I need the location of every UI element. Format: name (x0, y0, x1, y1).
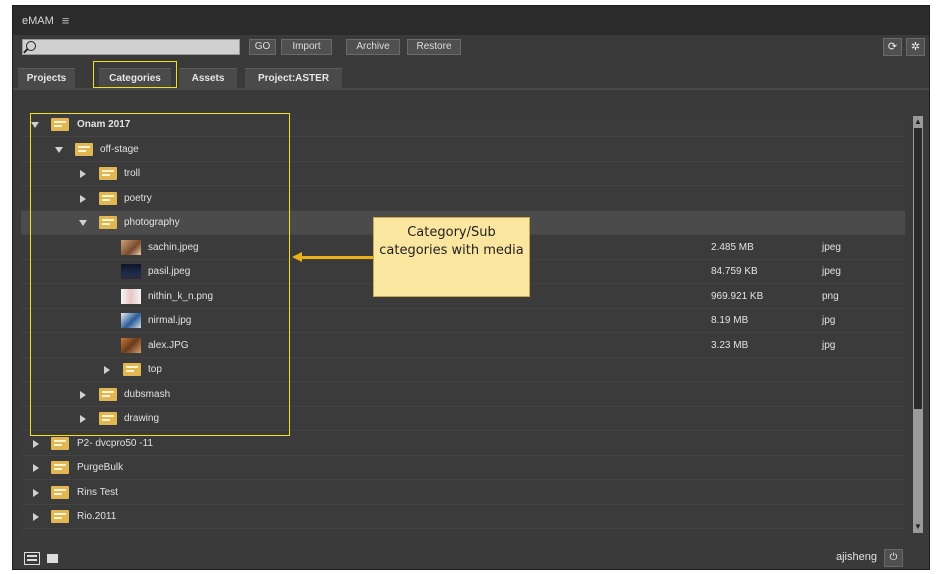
collapse-arrow-icon[interactable] (55, 147, 63, 153)
gear-icon[interactable]: ✲ (906, 38, 925, 56)
restore-button[interactable]: Restore (407, 39, 461, 55)
expand-arrow-icon[interactable] (33, 464, 39, 472)
power-icon[interactable]: ⏻ (884, 549, 903, 567)
collapse-arrow-icon[interactable] (31, 122, 39, 128)
category-folder-icon (99, 192, 117, 205)
category-folder-icon (51, 510, 69, 523)
tree-row[interactable]: dubsmash (21, 383, 905, 407)
tab-project-aster[interactable]: Project:ASTER (245, 68, 342, 88)
tree-row-label: Rio.2011 (77, 511, 117, 522)
expand-arrow-icon[interactable] (80, 195, 86, 203)
asset-thumbnail (121, 264, 141, 279)
asset-thumbnail (121, 313, 141, 328)
category-folder-icon (123, 363, 141, 376)
asset-size: 3.23 MB (711, 340, 749, 351)
archive-button[interactable]: Archive (346, 39, 400, 55)
asset-name: nirmal.jpg (148, 315, 192, 326)
expand-arrow-icon[interactable] (80, 415, 86, 423)
asset-format: png (822, 291, 839, 302)
vertical-scrollbar[interactable]: ▲ ▼ (913, 116, 923, 533)
username-label: ajisheng (836, 551, 877, 563)
tree-row[interactable]: poetry (21, 187, 905, 211)
tree-row[interactable]: P2- dvcpro50 -11 (21, 432, 905, 456)
asset-size: 969.921 KB (711, 291, 764, 302)
tree-row[interactable]: PurgeBulk (21, 456, 905, 480)
expand-arrow-icon[interactable] (33, 513, 39, 521)
grid-view-icon[interactable] (47, 554, 58, 563)
category-folder-icon (51, 118, 69, 131)
category-folder-icon (99, 167, 117, 180)
category-tree: Onam 2017 off-stage troll poetry photogr… (21, 113, 905, 536)
tree-row-label: P2- dvcpro50 -11 (77, 438, 153, 449)
asset-format: jpeg (822, 242, 841, 253)
asset-thumbnail (121, 240, 141, 255)
import-button[interactable]: Import (281, 39, 332, 55)
refresh-icon[interactable]: ⟳ (883, 38, 902, 56)
asset-format: jpg (822, 340, 836, 351)
title-bar: eMAM ≡ (13, 6, 929, 35)
collapse-arrow-icon[interactable] (79, 220, 87, 226)
tree-row-label: photography (124, 217, 180, 228)
scroll-thumb[interactable] (913, 409, 923, 521)
tree-row[interactable]: Onam 2017 (21, 113, 905, 137)
asset-format: jpeg (822, 266, 841, 277)
category-folder-icon (99, 388, 117, 401)
expand-arrow-icon[interactable] (33, 440, 39, 448)
category-folder-icon (75, 143, 93, 156)
tree-row[interactable]: off-stage (21, 138, 905, 162)
search-input[interactable] (22, 39, 240, 55)
tree-row-label: poetry (124, 193, 152, 204)
toolbar: GO Import Archive Restore ⟳ ✲ (13, 37, 929, 59)
asset-name: pasil.jpeg (148, 266, 191, 277)
callout-arrow-line (300, 256, 373, 259)
asset-name: alex.JPG (148, 340, 189, 351)
category-folder-icon (51, 437, 69, 450)
asset-name: nithin_k_n.png (148, 291, 214, 302)
expand-arrow-icon[interactable] (104, 366, 110, 374)
category-folder-icon (51, 486, 69, 499)
category-folder-icon (99, 216, 117, 229)
tree-row[interactable]: top (21, 358, 905, 382)
tree-row[interactable]: Rio.2011 (21, 505, 905, 529)
tree-row[interactable]: troll (21, 162, 905, 186)
hamburger-menu-icon[interactable]: ≡ (62, 14, 70, 27)
tree-row-label: dubsmash (124, 389, 171, 400)
tab-underline (13, 88, 929, 90)
tree-row-label: Rins Test (77, 487, 118, 498)
asset-name: sachin.jpeg (148, 242, 199, 253)
app-title: eMAM (22, 14, 54, 27)
category-folder-icon (51, 461, 69, 474)
tree-row-label: off-stage (100, 144, 139, 155)
scroll-up-arrow-icon[interactable]: ▲ (913, 116, 923, 128)
go-button[interactable]: GO (249, 39, 276, 55)
asset-size: 84.759 KB (711, 266, 758, 277)
list-view-icon[interactable] (24, 552, 40, 565)
tree-row[interactable]: drawing (21, 407, 905, 431)
scroll-down-arrow-icon[interactable]: ▼ (913, 521, 923, 533)
expand-arrow-icon[interactable] (80, 391, 86, 399)
asset-format: jpg (822, 315, 836, 326)
status-bar: ajisheng ⏻ (13, 547, 929, 569)
category-folder-icon (99, 412, 117, 425)
asset-size: 8.19 MB (711, 315, 749, 326)
tab-assets[interactable]: Assets (179, 68, 237, 88)
tree-row-label: troll (124, 168, 141, 179)
asset-size: 2.485 MB (711, 242, 754, 253)
tree-row-label: top (148, 364, 162, 375)
expand-arrow-icon[interactable] (33, 489, 39, 497)
tab-bar: Projects Categories Assets Project:ASTER (13, 68, 929, 88)
search-icon (26, 41, 36, 51)
tab-categories[interactable]: Categories (99, 68, 171, 88)
tree-row[interactable]: Rins Test (21, 481, 905, 505)
asset-row[interactable]: nirmal.jpg 8.19 MB jpg (21, 309, 905, 333)
asset-thumbnail (121, 289, 141, 304)
tab-projects[interactable]: Projects (18, 68, 75, 88)
tree-row-label: drawing (124, 413, 160, 424)
tree-row-label: Onam 2017 (77, 119, 131, 130)
tree-row-label: PurgeBulk (77, 462, 124, 473)
asset-row[interactable]: alex.JPG 3.23 MB jpg (21, 334, 905, 358)
asset-thumbnail (121, 338, 141, 353)
expand-arrow-icon[interactable] (80, 170, 86, 178)
annotation-callout: Category/Sub categories with media (373, 217, 530, 297)
